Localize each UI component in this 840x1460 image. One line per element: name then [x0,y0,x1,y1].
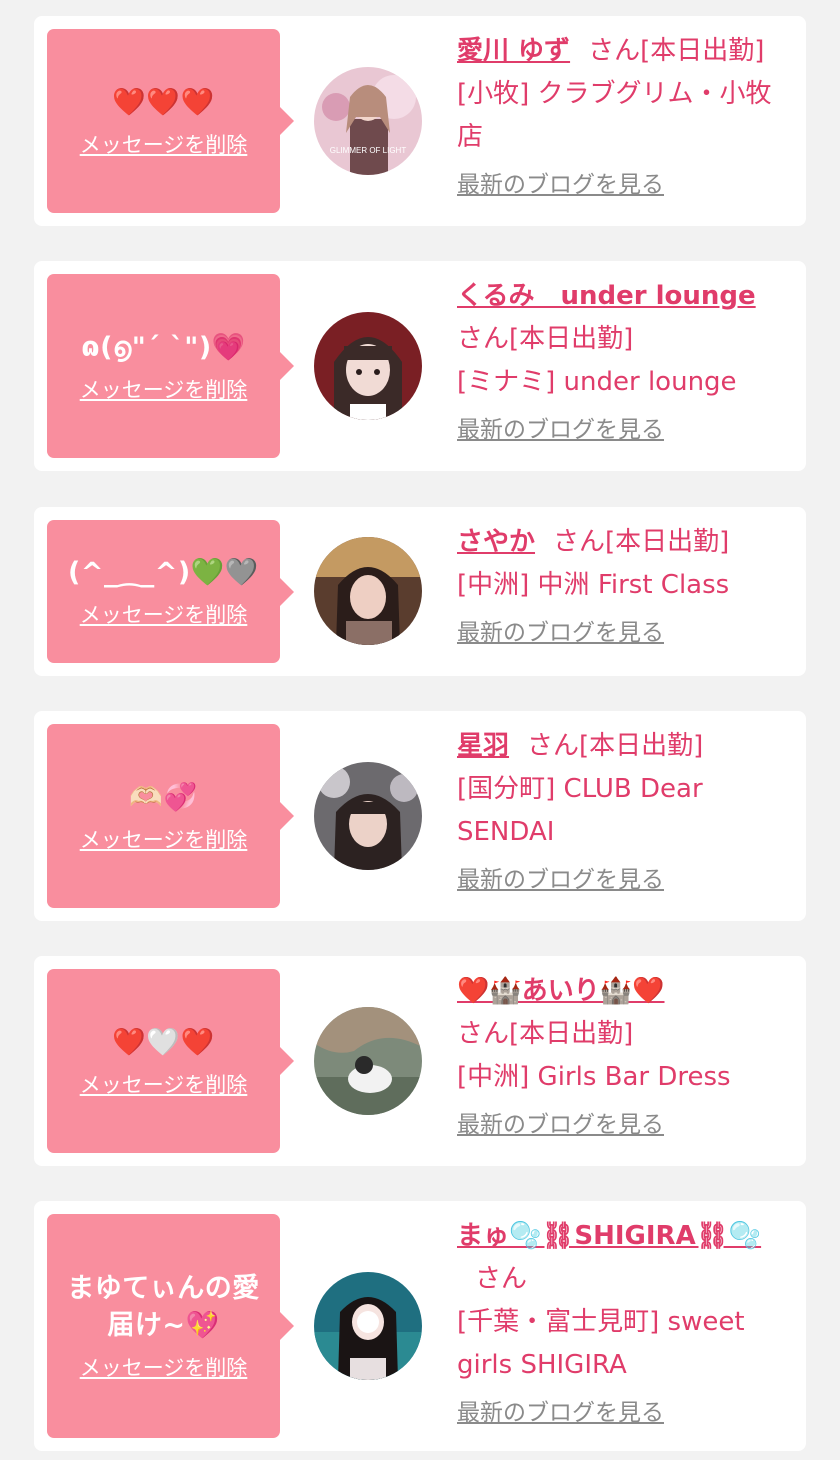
cast-name-link[interactable]: 愛川 ゆず [457,36,570,66]
cast-name-link[interactable]: ❤️🏰あいり🏰❤️ [457,976,665,1006]
avatar[interactable]: GLIMMER OF LIGHT [314,67,422,175]
cast-status: さん[本日出勤] [553,527,730,557]
latest-blog-link[interactable]: 最新のブログを見る [457,615,664,651]
cast-info: くるみ under lounge さん[本日出勤] [ミナミ] under lou… [457,275,797,451]
cast-info: ❤️🏰あいり🏰❤️ さん[本日出勤] [中洲] Girls Bar Dress 最… [457,970,797,1146]
latest-blog-link[interactable]: 最新のブログを見る [457,862,664,898]
message-card: ❤️🤍❤️ メッセージを削除 ❤️🏰あいり🏰❤️ さん[本日出勤] [中洲] Gi… [34,956,806,1166]
cast-info: 星羽 さん[本日出勤] [国分町] CLUB Dear SENDAI 最新のブログ… [457,725,797,901]
shop-name: [中洲] 中洲 First Class [457,570,730,600]
message-card: ❤️❤️❤️ メッセージを削除 GLIMMER OF LIGHT 愛川 ゆず さん… [34,16,806,226]
latest-blog-link[interactable]: 最新のブログを見る [457,1395,664,1431]
message-bubble: 🫶🏻💞 メッセージを削除 [47,724,294,908]
delete-message-link[interactable]: メッセージを削除 [80,824,248,854]
cast-name-link[interactable]: さやか [457,527,535,557]
delete-message-link[interactable]: メッセージを削除 [80,1069,248,1099]
cast-info: さやか さん[本日出勤] [中洲] 中洲 First Class 最新のブログを見… [457,521,797,654]
svg-text:GLIMMER OF LIGHT: GLIMMER OF LIGHT [330,146,407,155]
message-card: まゆてぃんの愛届け~💖 メッセージを削除 まゅ🫧⛓SHIGIRA⛓🫧 さん [千葉… [34,1201,806,1451]
message-bubble: ❤️❤️❤️ メッセージを削除 [47,29,294,213]
shop-name: [千葉・富士見町] sweet girls SHIGIRA [457,1307,745,1380]
message-list: ❤️❤️❤️ メッセージを削除 GLIMMER OF LIGHT 愛川 ゆず さん… [0,0,840,1460]
cast-info: 愛川 ゆず さん[本日出勤] [小牧] クラブグリム・小牧店 最新のブログを見る [457,30,797,206]
avatar[interactable] [314,762,422,870]
avatar[interactable] [314,1007,422,1115]
shop-name: [国分町] CLUB Dear SENDAI [457,774,703,847]
latest-blog-link[interactable]: 最新のブログを見る [457,167,664,203]
message-text: ɷ(൭"ˊ ˋ")💗 [81,331,246,363]
cast-status: さん [475,1264,528,1294]
avatar[interactable] [314,537,422,645]
message-bubble: (^_⁔_^)💚🩶 メッセージを削除 [47,520,294,663]
cast-status: さん[本日出勤] [457,324,634,354]
latest-blog-link[interactable]: 最新のブログを見る [457,412,664,448]
message-bubble: まゆてぃんの愛届け~💖 メッセージを削除 [47,1214,294,1438]
cast-status: さん[本日出勤] [457,1019,634,1049]
delete-message-link[interactable]: メッセージを削除 [80,1352,248,1382]
message-bubble: ɷ(൭"ˊ ˋ")💗 メッセージを削除 [47,274,294,458]
message-card: ɷ(൭"ˊ ˋ")💗 メッセージを削除 くるみ under lounge さん[本… [34,261,806,471]
latest-blog-link[interactable]: 最新のブログを見る [457,1107,664,1143]
delete-message-link[interactable]: メッセージを削除 [80,599,248,629]
cast-name-link[interactable]: まゅ🫧⛓SHIGIRA⛓🫧 [457,1221,761,1251]
message-text: まゆてぃんの愛届け~💖 [67,1273,260,1341]
delete-message-link[interactable]: メッセージを削除 [80,374,248,404]
message-card: (^_⁔_^)💚🩶 メッセージを削除 さやか さん[本日出勤] [中洲] 中洲 F… [34,507,806,676]
cast-status: さん[本日出勤] [588,36,765,66]
cast-status: さん[本日出勤] [527,731,704,761]
shop-name: [ミナミ] under lounge [457,367,737,397]
delete-message-link[interactable]: メッセージを削除 [80,129,248,159]
avatar[interactable] [314,1272,422,1380]
message-text: ❤️🤍❤️ [112,1026,215,1058]
shop-name: [小牧] クラブグリム・小牧店 [457,79,772,152]
avatar[interactable] [314,312,422,420]
cast-name-link[interactable]: 星羽 [457,731,509,761]
message-card: 🫶🏻💞 メッセージを削除 星羽 さん[本日出勤] [国分町] CLUB Dear … [34,711,806,921]
message-bubble: ❤️🤍❤️ メッセージを削除 [47,969,294,1153]
cast-name-link[interactable]: くるみ under lounge [457,281,756,311]
cast-info: まゅ🫧⛓SHIGIRA⛓🫧 さん [千葉・富士見町] sweet girls SH… [457,1215,797,1434]
shop-name: [中洲] Girls Bar Dress [457,1062,731,1092]
message-text: ❤️❤️❤️ [112,86,215,118]
message-text: (^_⁔_^)💚🩶 [67,557,260,588]
message-text: 🫶🏻💞 [129,781,198,813]
